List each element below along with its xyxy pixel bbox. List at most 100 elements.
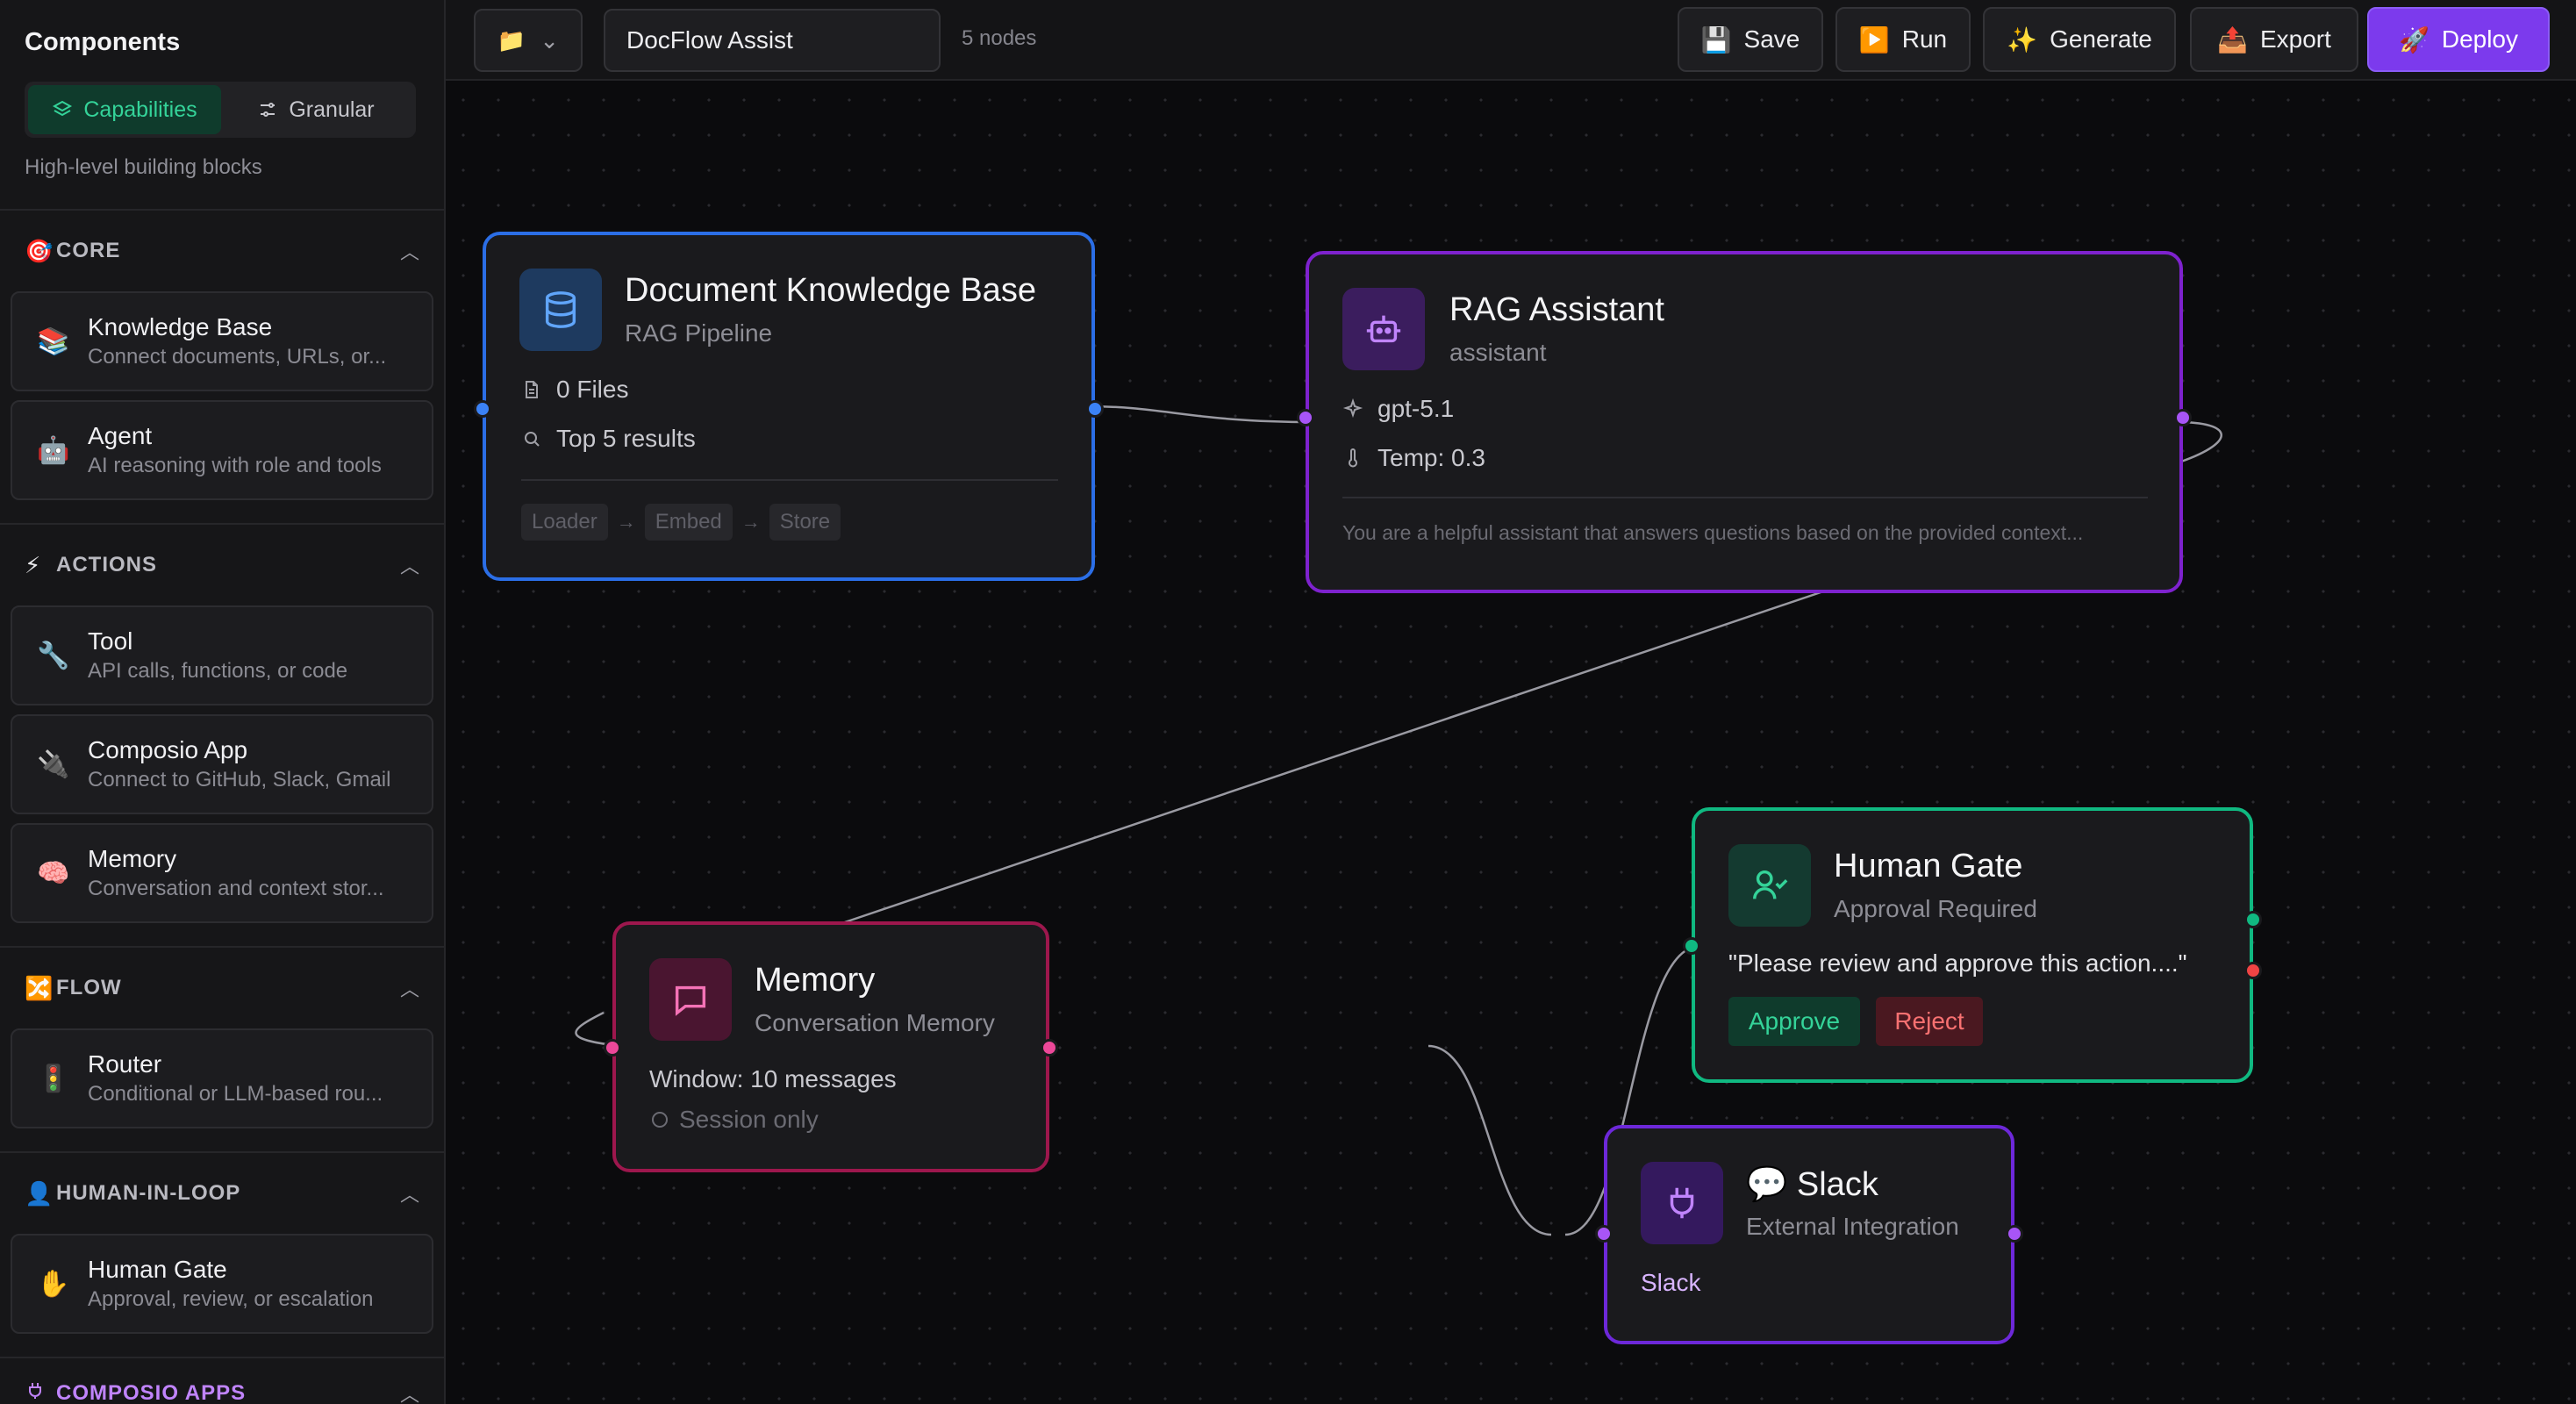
divider <box>521 479 1058 481</box>
workflow-name-input[interactable] <box>604 9 941 72</box>
component-desc: Conditional or LLM-based rou... <box>88 1082 383 1106</box>
section-core-header[interactable]: 🎯 CORE ︿ <box>11 211 433 291</box>
component-tool[interactable]: 🔧 Tool API calls, functions, or code <box>11 605 433 706</box>
results-count: Top 5 results <box>556 425 696 452</box>
sparkle-icon <box>1342 398 1363 419</box>
input-port[interactable] <box>1595 1225 1613 1243</box>
books-icon: 📚 <box>37 326 70 356</box>
target-icon: 🎯 <box>25 237 54 264</box>
chevron-up-icon[interactable]: ︿ <box>400 237 419 265</box>
section-actions-header[interactable]: ⚡ ACTIONS ︿ <box>11 525 433 605</box>
node-title: Memory <box>755 962 876 999</box>
chevron-up-icon[interactable]: ︿ <box>400 974 419 1002</box>
node-document-knowledge-base[interactable]: Document Knowledge Base RAG Pipeline 0 F… <box>474 232 1104 581</box>
node-title-text: Slack <box>1796 1166 1878 1203</box>
component-title: Memory <box>88 845 177 872</box>
sidebar-subtitle: High-level building blocks <box>25 155 262 179</box>
raised-hand-icon: ✋ <box>37 1269 70 1299</box>
input-port[interactable] <box>604 1039 621 1057</box>
floppy-icon: 💾 <box>1700 25 1732 54</box>
node-rag-assistant[interactable]: RAG Assistant assistant gpt-5.1 Temp: 0.… <box>1297 251 2192 593</box>
deploy-label: Deploy <box>2441 25 2519 53</box>
generate-button[interactable]: ✨ Generate <box>1983 7 2176 72</box>
pipeline-step: Loader <box>521 504 608 541</box>
edge-knowledge-to-rag[interactable] <box>1086 405 1315 424</box>
tab-granular[interactable]: Granular <box>221 85 411 134</box>
reject-button[interactable]: Reject <box>1876 997 1983 1046</box>
app-window: Components Capabilities Granular High-le… <box>0 0 2576 1404</box>
component-router[interactable]: 🚦 Router Conditional or LLM-based rou... <box>11 1028 433 1128</box>
node-subtitle: Approval Required <box>1834 895 2037 922</box>
chevron-up-icon[interactable]: ︿ <box>400 551 419 579</box>
sliders-icon <box>261 103 275 117</box>
generate-label: Generate <box>2050 25 2152 53</box>
reject-output-port[interactable] <box>2244 962 2262 979</box>
section-composio-header[interactable]: COMPOSIO APPS ︿ <box>11 1358 433 1404</box>
approve-button[interactable]: Approve <box>1728 997 1860 1046</box>
node-title: 💬 Slack <box>1746 1165 1878 1204</box>
sparkles-icon: ✨ <box>2007 25 2038 54</box>
output-port[interactable] <box>1086 400 1104 418</box>
node-slack[interactable]: 💬 Slack External Integration Slack <box>1595 1125 2023 1344</box>
section-label: COMPOSIO APPS <box>56 1381 247 1404</box>
node-memory[interactable]: Memory Conversation Memory Window: 10 me… <box>604 921 1058 1172</box>
edge-memory-to-slack[interactable] <box>1428 1044 1552 1236</box>
component-knowledge-base[interactable]: 📚 Knowledge Base Connect documents, URLs,… <box>11 291 433 391</box>
tab-granular-label: Granular <box>289 97 375 122</box>
deploy-button[interactable]: 🚀 Deploy <box>2367 7 2550 72</box>
files-count: 0 Files <box>556 376 629 403</box>
export-button[interactable]: 📤 Export <box>2190 7 2358 72</box>
arrow-right-icon: → <box>616 511 636 533</box>
save-button[interactable]: 💾 Save <box>1678 7 1823 72</box>
files-row: 0 Files <box>521 376 628 404</box>
tab-capabilities[interactable]: Capabilities <box>28 85 221 134</box>
folder-dropdown[interactable]: 📁 ⌄ <box>474 9 583 72</box>
component-title: Knowledge Base <box>88 313 273 340</box>
component-desc: Connect to GitHub, Slack, Gmail <box>88 768 391 792</box>
output-port[interactable] <box>2006 1225 2023 1243</box>
app-name: Slack <box>1641 1269 1701 1296</box>
component-memory[interactable]: 🧠 Memory Conversation and context stor... <box>11 823 433 923</box>
pipeline-step: Store <box>769 504 841 541</box>
approve-output-port[interactable] <box>2244 911 2262 928</box>
input-port[interactable] <box>474 400 491 418</box>
output-port[interactable] <box>1041 1039 1058 1057</box>
component-title: Router <box>88 1050 162 1078</box>
input-port[interactable] <box>1683 937 1700 955</box>
workflow-canvas[interactable]: Document Knowledge Base RAG Pipeline 0 F… <box>446 82 2576 1404</box>
run-button[interactable]: ▶️ Run <box>1835 7 1971 72</box>
robot-icon: 🤖 <box>37 435 70 465</box>
section-actions: ⚡ ACTIONS ︿ 🔧 Tool API calls, functions, … <box>0 525 444 948</box>
chevron-up-icon[interactable]: ︿ <box>400 1179 419 1207</box>
output-port[interactable] <box>2174 409 2192 426</box>
model-name: gpt-5.1 <box>1377 395 1455 422</box>
section-composio-apps: COMPOSIO APPS ︿ <box>0 1358 444 1404</box>
plug-icon <box>1641 1162 1723 1244</box>
node-human-gate[interactable]: Human Gate Approval Required "Please rev… <box>1683 807 2262 1083</box>
component-desc: Conversation and context stor... <box>88 877 384 900</box>
section-human-header[interactable]: 👤 HUMAN-IN-LOOP ︿ <box>11 1153 433 1234</box>
divider <box>1342 497 2148 498</box>
edge-rag-to-memory[interactable] <box>836 588 1829 927</box>
chevron-up-icon[interactable]: ︿ <box>400 1379 419 1404</box>
component-agent[interactable]: 🤖 Agent AI reasoning with role and tools <box>11 400 433 500</box>
top-toolbar: 📁 ⌄ 5 nodes 💾 Save ▶️ Run ✨ Generate 📤 E… <box>446 0 2576 81</box>
plug-icon <box>25 1380 56 1404</box>
section-flow-header[interactable]: 🔀 FLOW ︿ <box>11 948 433 1028</box>
message-square-icon <box>649 958 732 1041</box>
section-label: ACTIONS <box>56 553 157 577</box>
component-title: Tool <box>88 627 133 655</box>
model-row: gpt-5.1 <box>1342 395 1454 423</box>
speech-bubble-icon: 💬 <box>1746 1166 1788 1203</box>
play-icon: ▶️ <box>1858 25 1890 54</box>
input-port[interactable] <box>1297 409 1314 426</box>
node-subtitle: External Integration <box>1746 1213 1959 1240</box>
system-prompt-preview: You are a helpful assistant that answers… <box>1342 521 2084 544</box>
save-label: Save <box>1743 25 1800 53</box>
folder-icon: 📁 <box>497 26 526 54</box>
window-size: Window: 10 messages <box>649 1065 897 1092</box>
scope-label: Session only <box>679 1106 819 1133</box>
component-human-gate[interactable]: ✋ Human Gate Approval, review, or escalat… <box>11 1234 433 1334</box>
component-composio-app[interactable]: 🔌 Composio App Connect to GitHub, Slack, … <box>11 714 433 814</box>
view-mode-toggle: Capabilities Granular <box>25 82 416 138</box>
